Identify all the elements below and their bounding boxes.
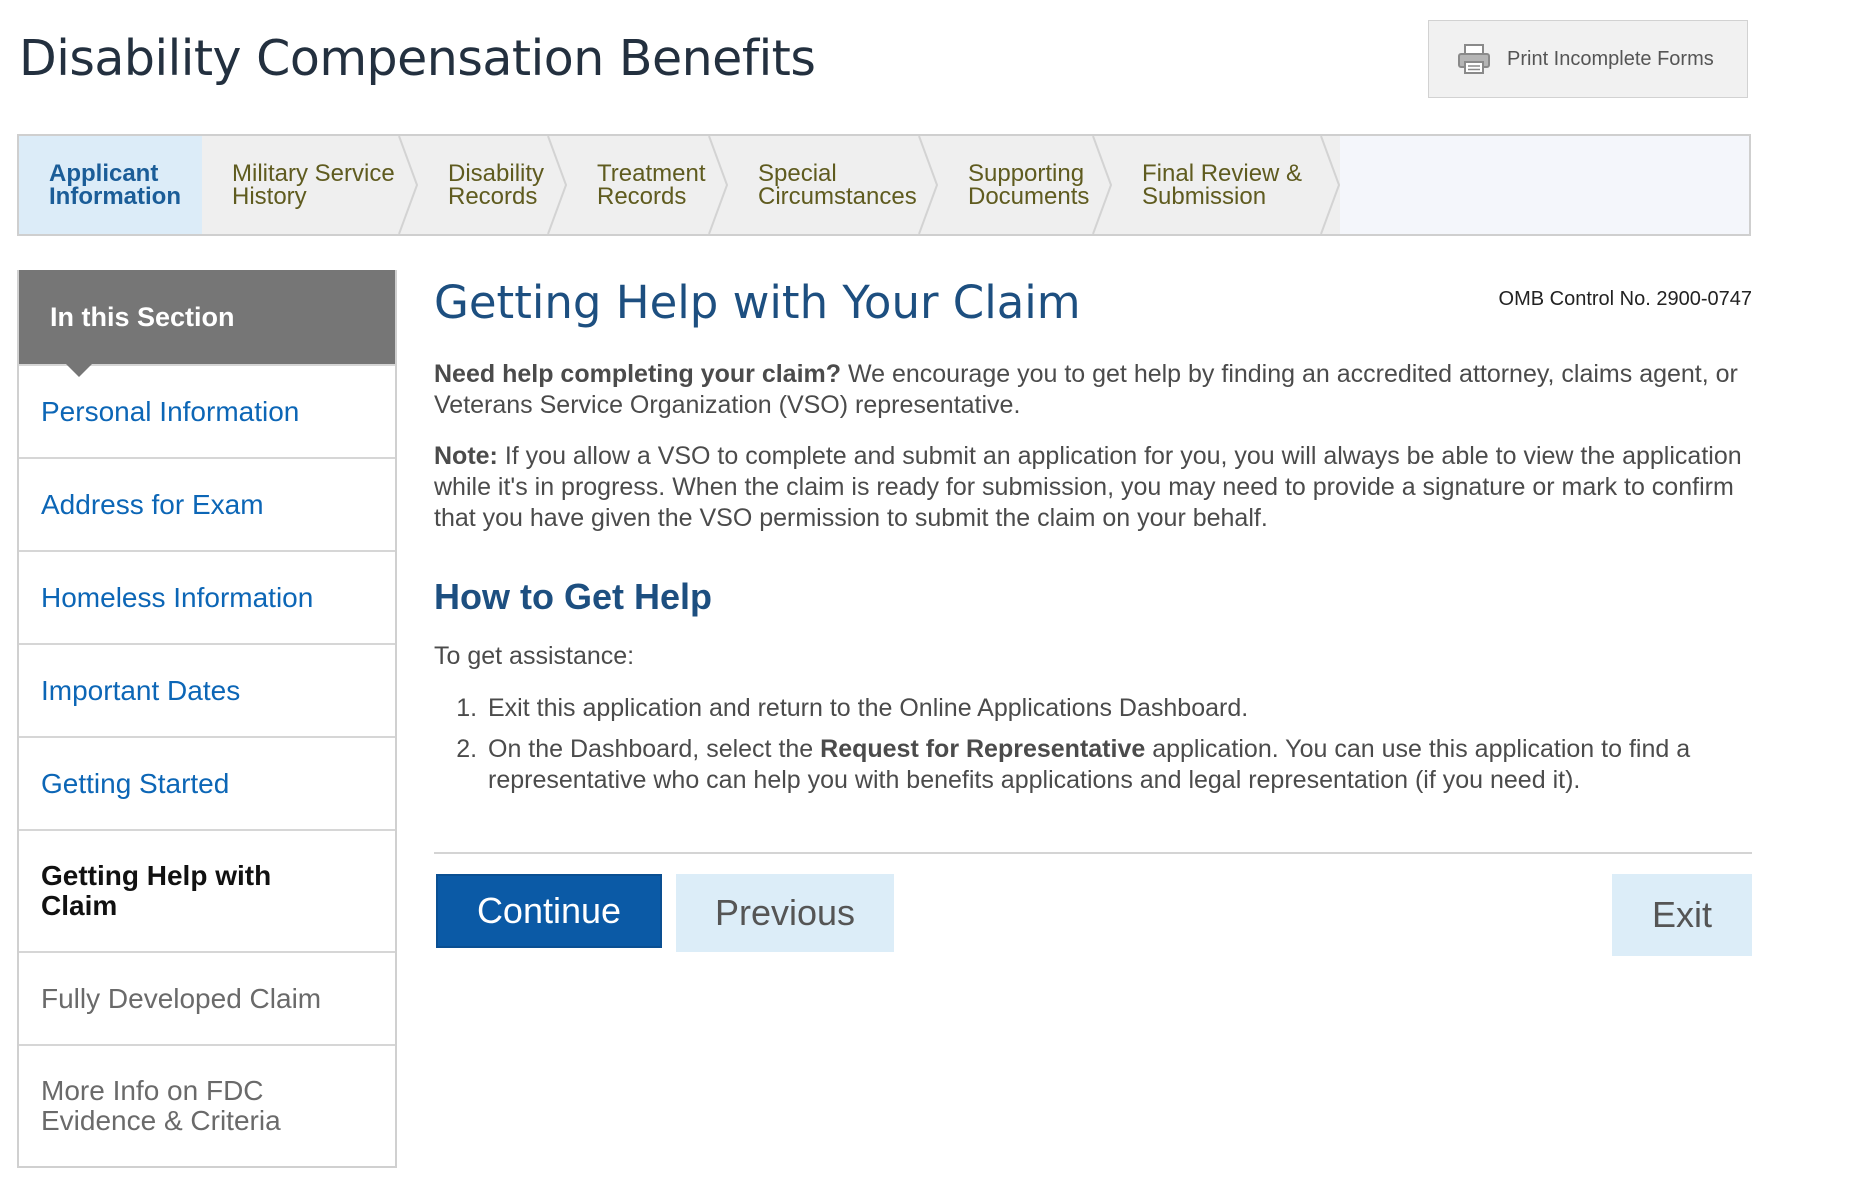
tab-applicant-information[interactable]: Applicant Information [19, 136, 202, 234]
sidebar-item-fully-developed-claim: Fully Developed Claim [19, 951, 395, 1044]
print-incomplete-forms-button[interactable]: Print Incomplete Forms [1428, 20, 1748, 98]
note-label: Note: [434, 442, 498, 470]
tab-label: Final Review & Submission [1142, 160, 1303, 210]
sidebar-item-label: More Info on FDC Evidence & Criteria [41, 1075, 281, 1136]
sidebar-item-getting-help-with-claim: Getting Help with Claim [19, 829, 395, 951]
chevron-right-icon [918, 136, 939, 234]
chevron-right-icon [547, 136, 568, 234]
sidebar-heading-pointer [65, 363, 93, 377]
tab-label: Applicant Information [49, 160, 181, 210]
sidebar-item-label: Getting Help with Claim [41, 860, 272, 921]
list-item: On the Dashboard, select the Request for… [484, 734, 1752, 796]
sidebar-item-personal-information[interactable]: Personal Information [19, 364, 395, 457]
note-text: If you allow a VSO to complete and submi… [434, 442, 1742, 532]
section-sidebar: In this Section Personal Information Add… [17, 270, 397, 1168]
sidebar-item-homeless-information[interactable]: Homeless Information [19, 550, 395, 643]
help-steps-list: Exit this application and return to the … [434, 693, 1752, 796]
page-title: Disability Compensation Benefits [19, 30, 816, 87]
chevron-right-icon [398, 136, 419, 234]
tab-disability-records[interactable]: Disability Records [418, 136, 568, 234]
how-to-get-help-heading: How to Get Help [434, 576, 712, 617]
print-label: Print Incomplete Forms [1507, 47, 1714, 70]
navigation-buttons: Continue Previous Exit [434, 874, 1752, 964]
sidebar-heading: In this Section [19, 270, 395, 377]
main-content: OMB Control No. 2900-0747 Getting Help w… [434, 270, 1752, 964]
chevron-right-icon [1320, 136, 1341, 234]
sidebar-item-more-info-fdc: More Info on FDC Evidence & Criteria [19, 1044, 395, 1166]
tab-special-circumstances[interactable]: Special Circumstances [728, 136, 939, 234]
tab-supporting-documents[interactable]: Supporting Documents [938, 136, 1113, 234]
chevron-right-icon [708, 136, 729, 234]
intro-bold: Need help completing your claim? [434, 360, 842, 388]
tab-treatment-records[interactable]: Treatment Records [567, 136, 729, 234]
note-paragraph: Note: If you allow a VSO to complete and… [434, 441, 1752, 534]
step-text-bold: Request for Representative [820, 735, 1146, 763]
chevron-right-icon [1092, 136, 1113, 234]
tab-label: Treatment Records [597, 160, 706, 210]
tab-label: Military Service History [232, 160, 395, 210]
list-item: Exit this application and return to the … [484, 693, 1752, 724]
intro-paragraph: Need help completing your claim? We enco… [434, 359, 1752, 421]
sidebar-item-important-dates[interactable]: Important Dates [19, 643, 395, 736]
continue-button[interactable]: Continue [436, 874, 662, 948]
sidebar-item-getting-started[interactable]: Getting Started [19, 736, 395, 829]
step-tabs: Applicant Information Military Service H… [17, 134, 1751, 236]
step-text: Exit this application and return to the … [488, 694, 1249, 722]
sidebar-heading-text: In this Section [50, 301, 235, 332]
tab-label: Special Circumstances [758, 160, 917, 210]
previous-button[interactable]: Previous [676, 874, 894, 952]
tab-final-review-submission[interactable]: Final Review & Submission [1112, 136, 1341, 234]
assistance-intro: To get assistance: [434, 642, 635, 670]
tab-label: Disability Records [448, 160, 545, 210]
printer-icon [1458, 44, 1490, 74]
step-text-pre: On the Dashboard, select the [488, 735, 821, 763]
exit-button[interactable]: Exit [1612, 874, 1752, 956]
sidebar-item-address-for-exam[interactable]: Address for Exam [19, 457, 395, 550]
divider [434, 852, 1752, 854]
tab-military-service-history[interactable]: Military Service History [202, 136, 419, 234]
tab-label: Supporting Documents [968, 160, 1090, 210]
omb-control-number: OMB Control No. 2900-0747 [1498, 288, 1752, 310]
